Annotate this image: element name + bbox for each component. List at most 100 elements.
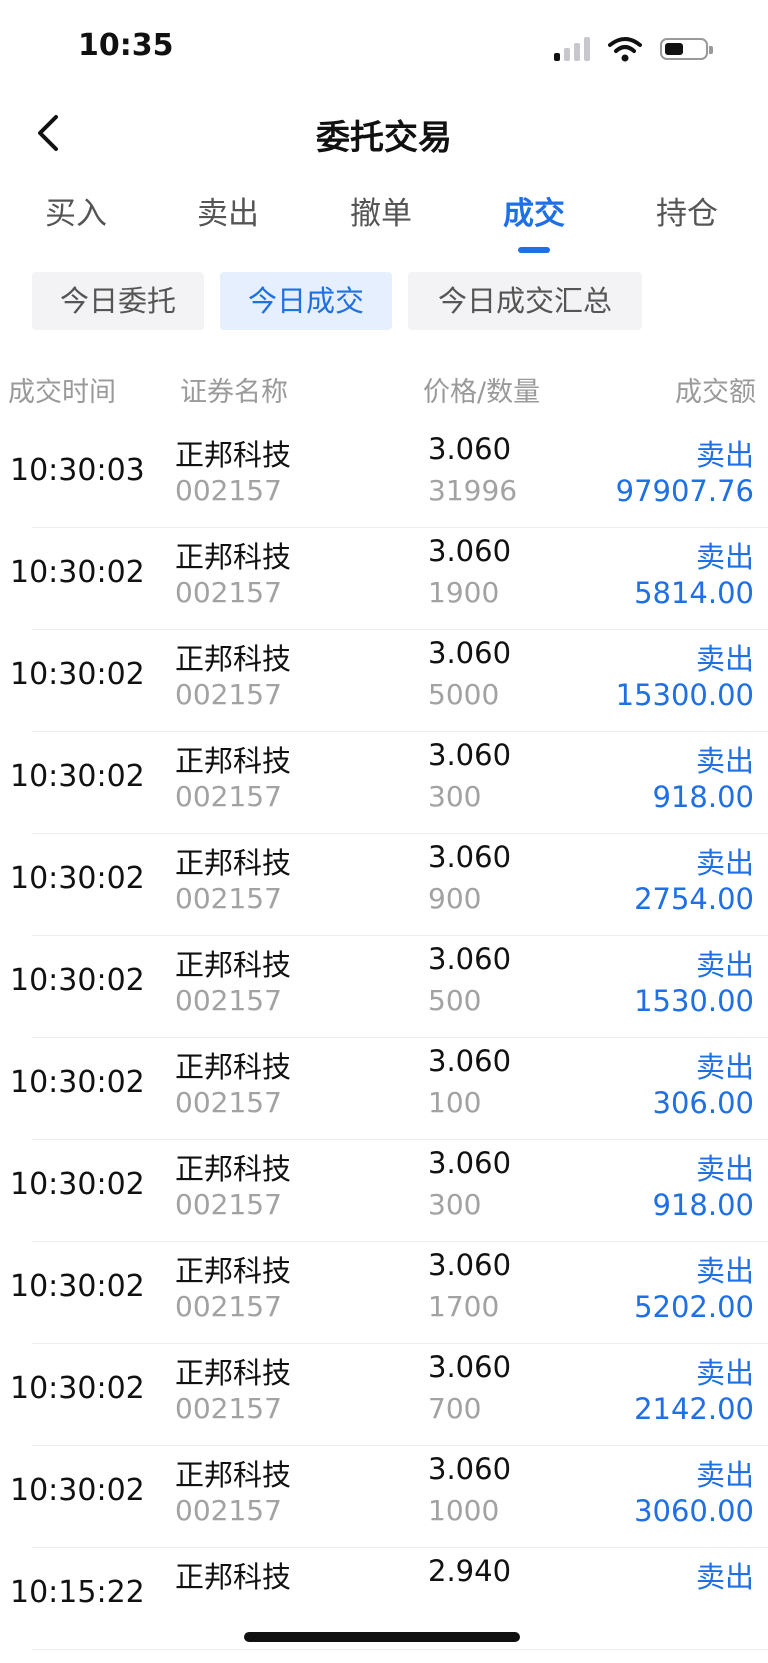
row-divider — [32, 1649, 768, 1650]
security-code: 002157 — [175, 1086, 282, 1119]
deal-quantity: 31996 — [428, 474, 518, 507]
security-name: 正邦科技 — [175, 438, 292, 472]
table-row[interactable]: 10:30:02 正邦科技 002157 3.060 1700 卖出 5202.00 — [0, 1236, 768, 1344]
table-row[interactable]: 10:30:02 正邦科技 002157 3.060 1000 卖出 3060.00 — [0, 1440, 768, 1548]
tab-positions[interactable]: 持仓 — [627, 188, 747, 233]
status-time: 10:35 — [78, 28, 174, 63]
status-icons — [554, 34, 713, 64]
deal-time: 10:30:02 — [10, 1167, 145, 1202]
tab-sell[interactable]: 卖出 — [168, 188, 288, 233]
deal-quantity: 500 — [428, 984, 482, 1017]
table-header: 成交时间 证券名称 价格/数量 成交额 — [0, 370, 768, 410]
deal-amount: 5202.00 — [634, 1290, 754, 1324]
deal-quantity: 300 — [428, 780, 482, 813]
sub-tabs: 今日委托 今日成交 今日成交汇总 — [0, 272, 768, 332]
subtab-today-orders[interactable]: 今日委托 — [32, 272, 204, 330]
deal-direction: 卖出 — [695, 540, 754, 574]
deal-direction: 卖出 — [695, 1050, 754, 1084]
deal-direction: 卖出 — [695, 1356, 754, 1390]
deal-price: 3.060 — [428, 636, 512, 670]
table-row[interactable]: 10:30:02 正邦科技 002157 3.060 300 卖出 918.00 — [0, 726, 768, 834]
nav-header: 委托交易 — [0, 96, 768, 166]
column-header-price-qty: 价格/数量 — [423, 377, 541, 408]
deal-direction: 卖出 — [695, 642, 754, 676]
deal-price: 3.060 — [428, 1350, 512, 1384]
security-code: 002157 — [175, 780, 282, 813]
security-name: 正邦科技 — [175, 1356, 292, 1390]
deal-amount: 918.00 — [652, 1188, 754, 1222]
table-row[interactable]: 10:30:02 正邦科技 002157 3.060 700 卖出 2142.00 — [0, 1338, 768, 1446]
table-row[interactable]: 10:30:03 正邦科技 002157 3.060 31996 卖出 97907.76 — [0, 420, 768, 528]
deal-quantity: 100 — [428, 1086, 482, 1119]
subtab-today-deals-summary[interactable]: 今日成交汇总 — [408, 272, 642, 330]
deal-direction: 卖出 — [695, 1458, 754, 1492]
column-header-time: 成交时间 — [8, 377, 116, 408]
table-row[interactable]: 10:30:02 正邦科技 002157 3.060 1900 卖出 5814.00 — [0, 522, 768, 630]
security-code: 002157 — [175, 1494, 282, 1527]
deal-quantity: 700 — [428, 1392, 482, 1425]
tab-buy[interactable]: 买入 — [16, 188, 136, 233]
deal-price: 3.060 — [428, 432, 512, 466]
deal-quantity: 300 — [428, 1188, 482, 1221]
deal-direction: 卖出 — [695, 744, 754, 778]
deal-direction: 卖出 — [695, 948, 754, 982]
deal-amount: 918.00 — [652, 780, 754, 814]
security-name: 正邦科技 — [175, 1560, 292, 1594]
cellular-signal-icon — [554, 37, 590, 61]
deal-direction: 卖出 — [695, 438, 754, 472]
table-row[interactable]: 10:30:02 正邦科技 002157 3.060 100 卖出 306.00 — [0, 1032, 768, 1140]
deal-amount: 2142.00 — [634, 1392, 754, 1426]
deal-price: 3.060 — [428, 1044, 512, 1078]
security-name: 正邦科技 — [175, 642, 292, 676]
deal-amount: 97907.76 — [615, 474, 754, 508]
home-indicator — [244, 1632, 520, 1642]
security-name: 正邦科技 — [175, 540, 292, 574]
security-name: 正邦科技 — [175, 1254, 292, 1288]
deal-amount: 15300.00 — [615, 678, 754, 712]
deal-amount: 3060.00 — [634, 1494, 754, 1528]
deal-time: 10:30:02 — [10, 1269, 145, 1304]
deal-quantity: 5000 — [428, 678, 500, 711]
deal-direction: 卖出 — [695, 1560, 754, 1594]
table-row[interactable]: 10:30:02 正邦科技 002157 3.060 5000 卖出 15300.00 — [0, 624, 768, 732]
deal-time: 10:30:02 — [10, 861, 145, 896]
security-code: 002157 — [175, 882, 282, 915]
deal-time: 10:30:02 — [10, 759, 145, 794]
deal-direction: 卖出 — [695, 1152, 754, 1186]
deal-price: 3.060 — [428, 1248, 512, 1282]
table-row[interactable]: 10:30:02 正邦科技 002157 3.060 900 卖出 2754.00 — [0, 828, 768, 936]
deal-price: 3.060 — [428, 942, 512, 976]
battery-icon — [660, 38, 713, 60]
deal-time: 10:30:02 — [10, 1065, 145, 1100]
table-row[interactable]: 10:30:02 正邦科技 002157 3.060 500 卖出 1530.00 — [0, 930, 768, 1038]
column-header-amount: 成交额 — [675, 377, 756, 408]
deal-amount: 1530.00 — [634, 984, 754, 1018]
tab-deals[interactable]: 成交 — [474, 188, 594, 233]
subtab-today-deals[interactable]: 今日成交 — [220, 272, 392, 330]
security-code: 002157 — [175, 678, 282, 711]
deal-direction: 卖出 — [695, 846, 754, 880]
security-name: 正邦科技 — [175, 948, 292, 982]
security-code: 002157 — [175, 474, 282, 507]
deal-price: 3.060 — [428, 738, 512, 772]
deal-price: 3.060 — [428, 1452, 512, 1486]
security-name: 正邦科技 — [175, 1152, 292, 1186]
deal-price: 3.060 — [428, 840, 512, 874]
tab-cancel[interactable]: 撤单 — [321, 188, 441, 233]
wifi-icon — [608, 37, 642, 62]
deal-time: 10:15:22 — [10, 1575, 145, 1610]
security-code: 002157 — [175, 984, 282, 1017]
deal-time: 10:30:02 — [10, 1473, 145, 1508]
deal-time: 10:30:02 — [10, 963, 145, 998]
deal-quantity: 1000 — [428, 1494, 500, 1527]
security-name: 正邦科技 — [175, 846, 292, 880]
security-code: 002157 — [175, 1188, 282, 1221]
deal-price: 2.940 — [428, 1554, 512, 1588]
deal-quantity: 1900 — [428, 576, 500, 609]
table-row[interactable]: 10:30:02 正邦科技 002157 3.060 300 卖出 918.00 — [0, 1134, 768, 1242]
page-title: 委托交易 — [316, 118, 452, 158]
deal-price: 3.060 — [428, 534, 512, 568]
security-code: 002157 — [175, 1290, 282, 1323]
active-tab-indicator — [518, 247, 550, 253]
deal-amount: 306.00 — [652, 1086, 754, 1120]
